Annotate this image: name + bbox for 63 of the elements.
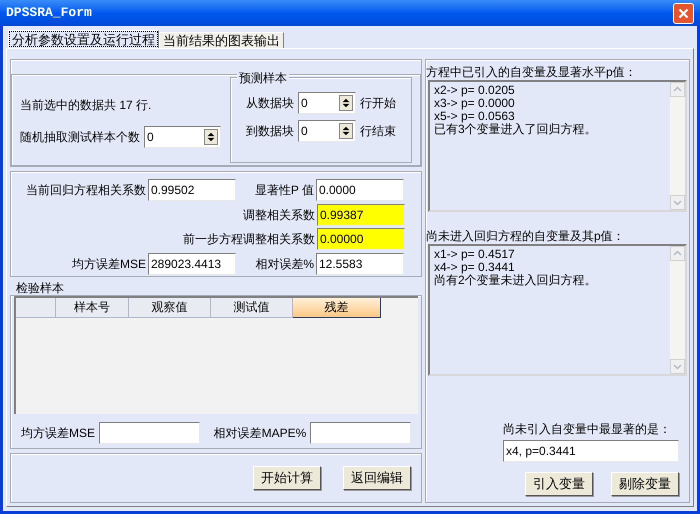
scrollbar[interactable] bbox=[670, 246, 685, 374]
list-box[interactable]: x1-> p= 0.4517 x4-> p= 0.3441 尚有2个变量未进入回归方程。 bbox=[428, 244, 687, 376]
mse-field[interactable] bbox=[99, 422, 200, 444]
label: 到数据块 bbox=[246, 123, 294, 140]
column-header[interactable]: 观察值 bbox=[129, 298, 211, 318]
value-field[interactable]: 12.5583 bbox=[316, 253, 404, 275]
scroll-up-icon[interactable] bbox=[670, 82, 685, 97]
tab[interactable]: 当前结果的图表输出 bbox=[159, 32, 284, 48]
tab[interactable]: 分析参数设置及运行过程 bbox=[8, 30, 159, 48]
value-field[interactable]: 0.0000 bbox=[316, 179, 404, 201]
list-line: x3-> p= 0.0000 bbox=[434, 97, 516, 110]
label: 当前选中的数据共 17 行. bbox=[20, 97, 152, 114]
label: 相对误差% bbox=[255, 257, 314, 271]
label: 均方误差MSE bbox=[21, 425, 96, 442]
column-header[interactable] bbox=[16, 298, 56, 318]
list-line: x2-> p= 0.0205 bbox=[434, 84, 516, 97]
label: 随机抽取测试样本个数 bbox=[20, 129, 140, 146]
close-icon bbox=[678, 8, 689, 18]
spin-field[interactable]: 0 bbox=[298, 120, 356, 142]
scrollbar[interactable] bbox=[670, 82, 685, 210]
close-button[interactable] bbox=[673, 2, 694, 24]
label: 从数据块 bbox=[246, 95, 294, 112]
spin-arrows-icon[interactable] bbox=[339, 95, 353, 111]
label: 尚未引入自变量中最显著的是： bbox=[503, 421, 671, 438]
label: 前一步方程调整相关系数 bbox=[183, 231, 316, 248]
list-box[interactable]: x2-> p= 0.0205 x3-> p= 0.0000 x5-> p= 0.0563 已有3个变量进入了回归方程。 bbox=[428, 80, 687, 212]
spin-arrows-icon[interactable] bbox=[339, 123, 353, 139]
value-field[interactable]: 0.00000 bbox=[317, 228, 405, 250]
window-title: DPSSRA_Form bbox=[6, 4, 92, 22]
list-line: 已有3个变量进入了回归方程。 bbox=[434, 123, 598, 136]
label: 均方误差MSE bbox=[72, 257, 146, 271]
column-header[interactable]: 残差 bbox=[293, 298, 381, 318]
label: 调整相关系数 bbox=[243, 207, 316, 224]
label: 显著性P 值 bbox=[254, 183, 314, 197]
action-button[interactable]: 返回编辑 bbox=[343, 466, 411, 490]
list-line: 尚有2个变量未进入回归方程。 bbox=[434, 274, 598, 287]
spin-field[interactable]: 0 bbox=[298, 92, 356, 114]
label: 尚未进入回归方程的自变量及其p值： bbox=[426, 228, 626, 244]
label: 相对误差MAPE% bbox=[214, 425, 306, 442]
action-button[interactable]: 引入变量 bbox=[525, 472, 593, 496]
value-field[interactable]: 289023.4413 bbox=[148, 253, 236, 275]
scroll-down-icon[interactable] bbox=[670, 195, 685, 210]
scroll-up-icon[interactable] bbox=[670, 246, 685, 261]
list-line: x5-> p= 0.0563 bbox=[434, 110, 516, 123]
label: 行结束 bbox=[360, 123, 396, 140]
spin-arrows-icon[interactable] bbox=[204, 129, 218, 145]
group-title: 预测样本 bbox=[237, 69, 289, 87]
label: 当前回归方程相关系数 bbox=[26, 183, 146, 197]
column-header[interactable]: 测试值 bbox=[211, 298, 293, 318]
label: 行开始 bbox=[360, 95, 396, 112]
value-field[interactable]: 0.99502 bbox=[148, 179, 236, 201]
mape-field[interactable] bbox=[310, 422, 411, 444]
scroll-down-icon[interactable] bbox=[670, 359, 685, 374]
group-title: 检验样本 bbox=[15, 281, 65, 295]
list-line: x4-> p= 0.3441 bbox=[434, 261, 516, 274]
action-button[interactable]: 剔除变量 bbox=[611, 472, 679, 496]
value-field[interactable]: 0.99387 bbox=[317, 204, 405, 226]
best-variable-field[interactable]: x4, p=0.3441 bbox=[503, 440, 679, 462]
spin-field[interactable]: 0 bbox=[144, 126, 221, 148]
label: 方程中已引入的自变量及显著水平p值： bbox=[426, 64, 638, 80]
action-button[interactable]: 开始计算 bbox=[253, 466, 321, 490]
list-line: x1-> p= 0.4517 bbox=[434, 248, 516, 261]
column-header[interactable]: 样本号 bbox=[56, 298, 129, 318]
